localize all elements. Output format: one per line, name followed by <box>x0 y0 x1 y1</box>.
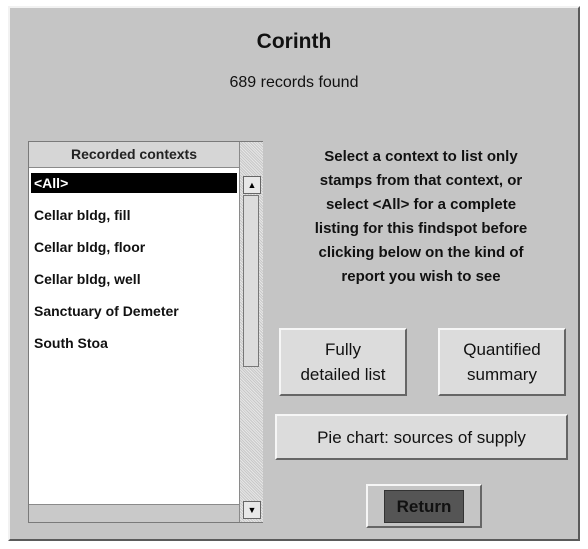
button-label: summary <box>467 365 537 384</box>
list-item-cellar-fill[interactable]: Cellar bldg, fill <box>29 204 239 236</box>
button-label: Quantified <box>463 340 541 359</box>
list-item-all[interactable]: <All> <box>31 173 237 193</box>
scroll-thumb[interactable] <box>243 195 259 367</box>
fully-detailed-list-button[interactable]: Fully detailed list <box>279 328 407 396</box>
instruction-line: select <All> for a complete <box>325 196 517 213</box>
records-count: 689 records found <box>229 74 359 91</box>
list-item-cellar-floor[interactable]: Cellar bldg, floor <box>29 236 239 268</box>
vertical-scrollbar[interactable]: ▲ ▼ <box>239 142 263 522</box>
pie-chart-button[interactable]: Pie chart: sources of supply <box>275 414 568 460</box>
contexts-list-header: Recorded contexts <box>29 142 239 168</box>
list-item-sanctuary-demeter[interactable]: Sanctuary of Demeter <box>29 300 239 332</box>
instruction-line: report you wish to see <box>341 268 501 285</box>
instructions-text: Select a context to list only stamps fro… <box>276 145 566 289</box>
page-title: Corinth <box>256 30 332 53</box>
report-window: Corinth 689 records found Recorded conte… <box>8 6 580 541</box>
contexts-list: <All> Cellar bldg, fill Cellar bldg, flo… <box>29 170 239 364</box>
button-label: detailed list <box>300 365 386 384</box>
horizontal-scrollbar[interactable] <box>29 504 239 522</box>
quantified-summary-button[interactable]: Quantified summary <box>438 328 566 396</box>
list-item-cellar-well[interactable]: Cellar bldg, well <box>29 268 239 300</box>
list-item-south-stoa[interactable]: South Stoa <box>29 332 239 364</box>
instruction-line: listing for this findspot before <box>314 220 528 237</box>
return-button[interactable]: Return <box>366 484 482 528</box>
instruction-line: clicking below on the kind of <box>318 244 524 261</box>
return-button-label: Return <box>383 489 465 523</box>
scroll-down-arrow-icon[interactable]: ▼ <box>243 501 261 519</box>
contexts-listbox[interactable]: Recorded contexts <All> Cellar bldg, fil… <box>28 141 263 523</box>
scroll-up-arrow-icon[interactable]: ▲ <box>243 176 261 194</box>
button-label: Fully <box>325 340 361 359</box>
instruction-line: stamps from that context, or <box>319 172 523 189</box>
instruction-line: Select a context to list only <box>324 148 518 165</box>
